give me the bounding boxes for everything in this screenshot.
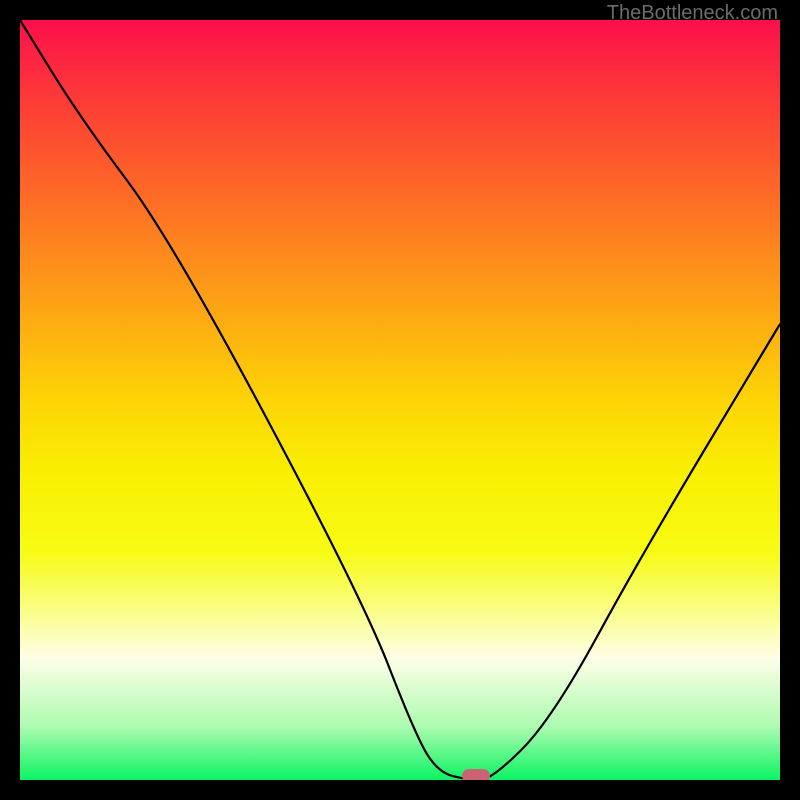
chart-marker <box>462 769 490 780</box>
chart-line <box>20 20 780 780</box>
watermark-text: TheBottleneck.com <box>607 2 778 25</box>
chart-plot-area <box>20 20 780 780</box>
